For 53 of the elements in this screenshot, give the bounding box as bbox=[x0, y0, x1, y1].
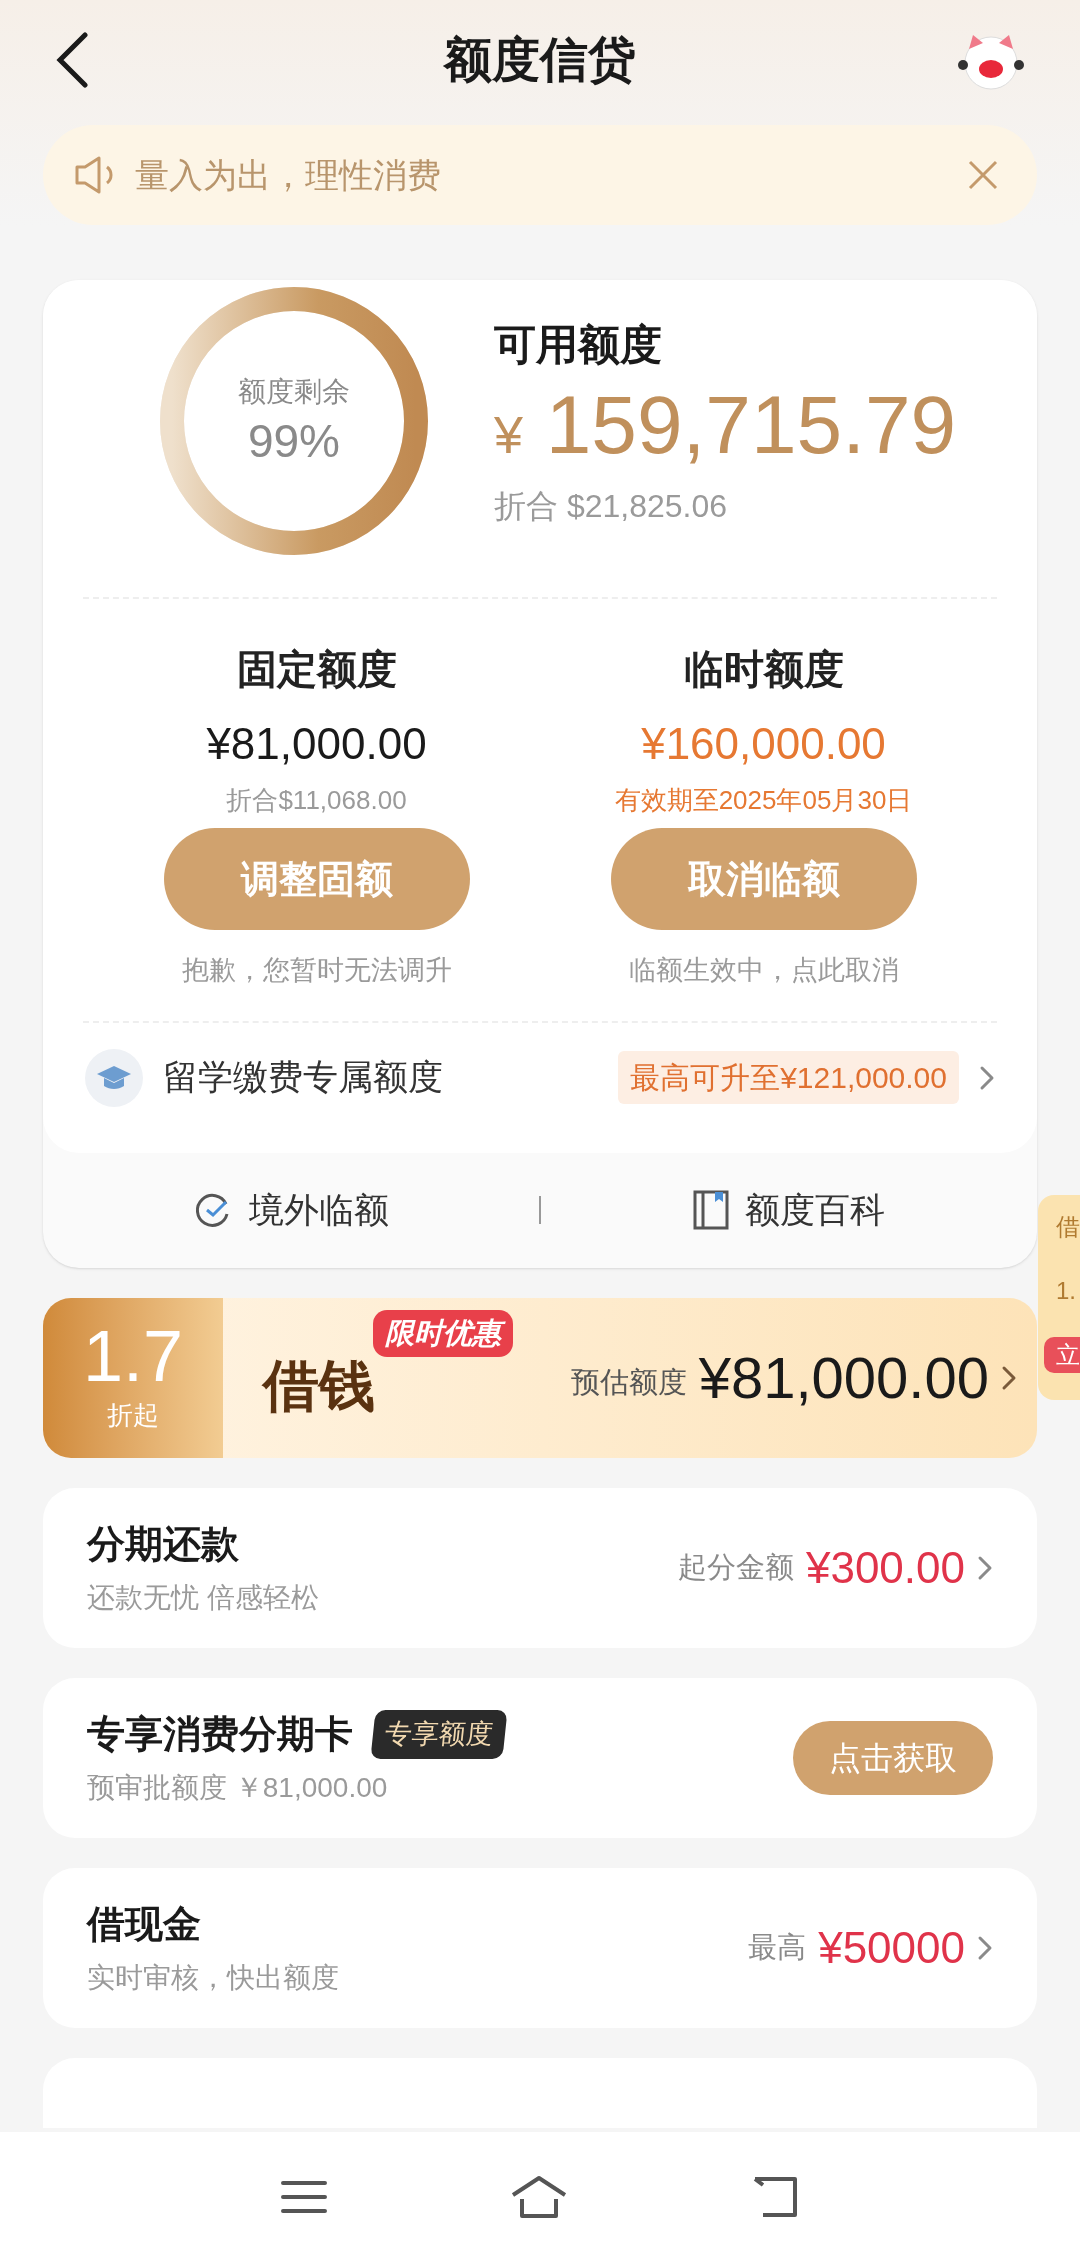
limit-title: 临时额度 bbox=[683, 646, 844, 693]
available-label: 可用额度 bbox=[494, 319, 663, 370]
amount-value: ¥300.00 bbox=[805, 1541, 965, 1594]
product-subtitle: 实时审核，快出额度 bbox=[87, 1961, 340, 1995]
amount-value: ¥50000 bbox=[818, 1921, 965, 1974]
product-title: 专享消费分期卡 bbox=[87, 1712, 353, 1757]
page-title: 额度信贷 bbox=[444, 32, 636, 88]
menu-icon[interactable] bbox=[281, 2179, 328, 2215]
study-abroad-row[interactable]: 留学缴费专属额度 最高可升至¥121,000.00 bbox=[73, 1022, 1007, 1133]
promo-tag: 限时优惠 bbox=[373, 1309, 513, 1357]
product-card[interactable]: 分期还款 还款无忧 倍感轻松 起分金额 ¥300.00 bbox=[43, 1487, 1037, 1648]
widget-text: 借 bbox=[1056, 1212, 1080, 1242]
estimate-amount: ¥81,000.00 bbox=[698, 1344, 989, 1412]
book-icon bbox=[693, 1190, 729, 1230]
product-title: 分期还款 bbox=[87, 1522, 239, 1567]
chevron-right-icon bbox=[977, 1554, 993, 1581]
validity-date: 有效期至2025年05月30日 bbox=[614, 784, 913, 817]
back-icon[interactable] bbox=[55, 32, 89, 88]
chevron-right-icon bbox=[979, 1064, 995, 1091]
home-icon[interactable] bbox=[510, 2175, 568, 2219]
product-subtitle: 预审批额度 ￥81,000.00 bbox=[87, 1771, 389, 1805]
floating-widget[interactable]: 借 1. 立 bbox=[1038, 1195, 1080, 1400]
quick-link[interactable]: 境外临额 bbox=[43, 1183, 539, 1237]
widget-text: 1. bbox=[1056, 1276, 1076, 1306]
product-card[interactable]: 借现金 实时审核，快出额度 最高 ¥50000 bbox=[43, 1867, 1037, 2028]
notice-text: 量入为出，理性消费 bbox=[135, 154, 441, 196]
ring-percentage: 99% bbox=[247, 414, 341, 470]
amount-label: 最高 bbox=[748, 1929, 807, 1965]
study-badge: 最高可升至¥121,000.00 bbox=[618, 1051, 959, 1104]
estimate-label: 预估额度 bbox=[570, 1364, 687, 1400]
quick-link[interactable]: 额度百科 bbox=[541, 1183, 1037, 1237]
amount-label: 起分金额 bbox=[677, 1549, 794, 1585]
limit-amount: ¥81,000.00 bbox=[206, 718, 427, 770]
limit-note: 抱歉，您暂时无法调升 bbox=[181, 954, 452, 987]
chevron-right-icon bbox=[1001, 1364, 1017, 1391]
limit-amount: ¥160,000.00 bbox=[641, 718, 886, 770]
loan-title: 借钱 bbox=[263, 1351, 375, 1420]
chevron-right-icon bbox=[977, 1934, 993, 1961]
exclusive-tag: 专享额度 bbox=[370, 1710, 508, 1759]
limit-title: 固定额度 bbox=[236, 646, 397, 693]
product-card[interactable]: 专享消费分期卡 专享额度 预审批额度 ￥81,000.00 点击获取 bbox=[43, 1677, 1037, 1838]
available-amount: ¥ 159,715.79 bbox=[494, 383, 957, 466]
product-title: 借现金 bbox=[87, 1902, 201, 1947]
limit-note: 临额生效中，点此取消 bbox=[628, 954, 899, 987]
product-subtitle: 还款无忧 倍感轻松 bbox=[87, 1581, 320, 1615]
study-label: 留学缴费专属额度 bbox=[163, 1056, 443, 1099]
widget-text: 立 bbox=[1044, 1337, 1080, 1373]
discount-tag: 1.7 折起 bbox=[43, 1297, 223, 1458]
graduation-cap-icon bbox=[85, 1048, 143, 1107]
converted-amount: 折合$11,068.00 bbox=[226, 784, 407, 817]
ring-label: 额度剩余 bbox=[238, 375, 350, 410]
loan-banner[interactable]: 1.7 折起 借钱 限时优惠 预估额度 ¥81,000.00 bbox=[43, 1297, 1037, 1458]
converted-amount: 折合 $21,825.06 bbox=[494, 486, 729, 526]
